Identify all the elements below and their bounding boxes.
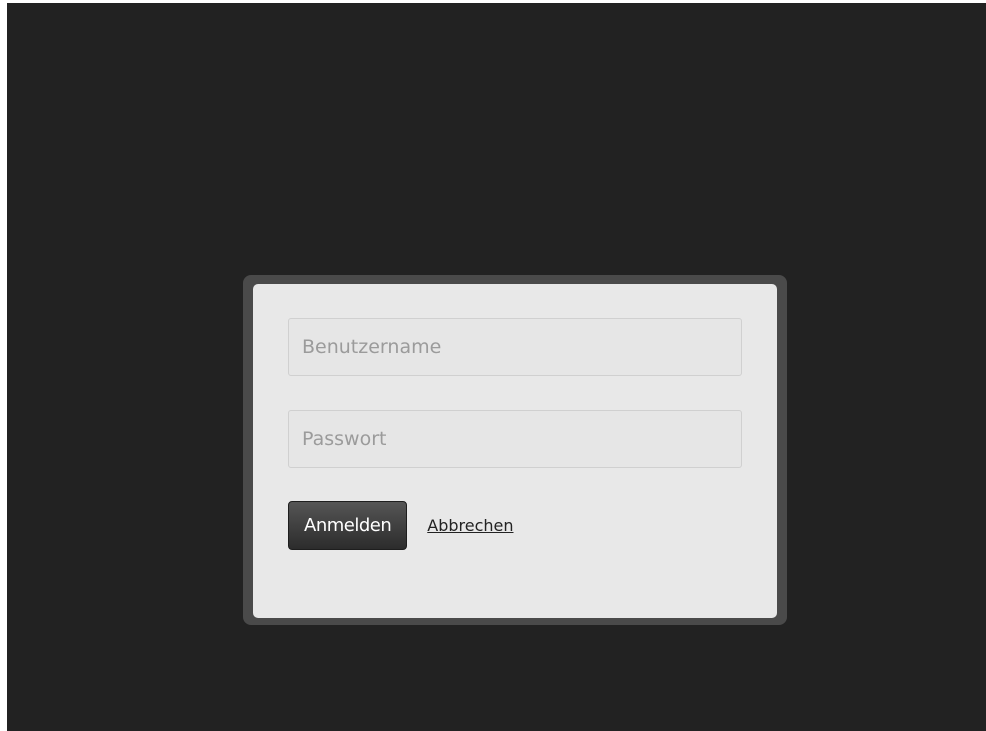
login-dialog: Anmelden Abbrechen bbox=[253, 284, 777, 618]
password-input[interactable] bbox=[288, 410, 742, 468]
form-actions: Anmelden Abbrechen bbox=[288, 501, 742, 550]
page-backdrop: Anmelden Abbrechen bbox=[7, 3, 986, 731]
cancel-link[interactable]: Abbrechen bbox=[427, 516, 513, 535]
login-button[interactable]: Anmelden bbox=[288, 501, 408, 550]
username-input[interactable] bbox=[288, 318, 742, 376]
